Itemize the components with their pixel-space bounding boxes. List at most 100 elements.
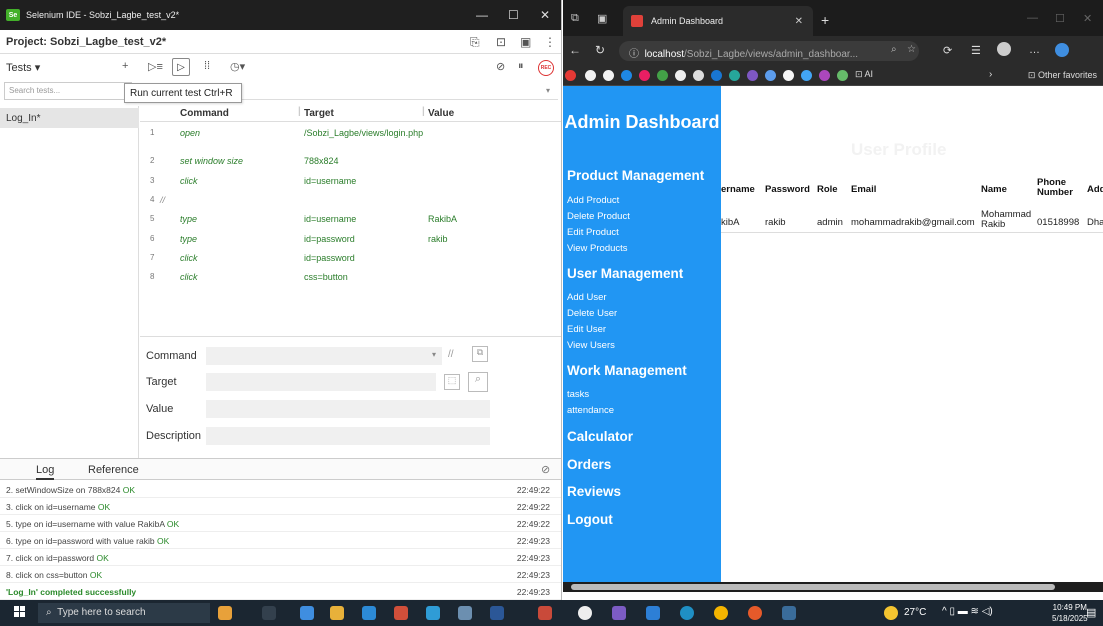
description-field[interactable] (206, 427, 490, 445)
app-taskbar-icon[interactable] (680, 606, 694, 620)
widgets-icon[interactable] (218, 606, 232, 620)
bookmark-icon[interactable] (675, 70, 686, 81)
system-tray-icons[interactable]: ^ ▯ ▬ ≋ ◁) (942, 606, 993, 617)
app-taskbar-icon[interactable] (578, 606, 592, 620)
task-view-icon[interactable] (262, 606, 276, 620)
bookmark-icon[interactable] (819, 70, 830, 81)
add-test-icon[interactable]: + (122, 60, 128, 72)
copilot-taskbar-icon[interactable] (300, 606, 314, 620)
tasks-link[interactable]: tasks (567, 389, 589, 400)
find-target-icon[interactable]: ⌕ (468, 372, 488, 392)
pause-icon[interactable]: ⏸ (518, 60, 524, 73)
bookmark-icon[interactable] (765, 70, 776, 81)
close-icon[interactable]: ✕ (1083, 12, 1092, 25)
address-bar[interactable]: ⓘ localhost/Sobzi_Lagbe/views/admin_dash… (619, 41, 919, 61)
calculator-link[interactable]: Calculator (567, 429, 633, 444)
add-product-link[interactable]: Add Product (567, 195, 619, 206)
app-taskbar-icon[interactable] (458, 606, 472, 620)
app-taskbar-icon[interactable] (394, 606, 408, 620)
app-taskbar-icon[interactable] (612, 606, 626, 620)
comment-toggle-icon[interactable]: // (448, 349, 454, 360)
minimize-icon[interactable]: — (1027, 12, 1038, 24)
zoom-icon[interactable]: ⌕ (891, 44, 897, 55)
ai-folder-icon[interactable]: ⊡ AI (855, 69, 873, 80)
bookmark-icon[interactable] (837, 70, 848, 81)
run-current-test-button[interactable]: ▷ (172, 58, 190, 76)
site-info-icon[interactable]: ⓘ (629, 49, 639, 60)
workspaces-icon[interactable]: ⧉ (571, 12, 579, 25)
horizontal-scrollbar[interactable] (563, 582, 1103, 592)
collections-icon[interactable]: ☰ (971, 44, 981, 57)
refresh-icon[interactable]: ↻ (595, 43, 605, 57)
scrollbar-thumb[interactable] (571, 584, 1055, 590)
bookmark-icon[interactable] (747, 70, 758, 81)
app-taskbar-icon[interactable] (538, 606, 552, 620)
close-icon[interactable]: ✕ (540, 8, 550, 22)
step-over-icon[interactable]: ⁞⁞ (204, 60, 210, 72)
bookmark-icon[interactable] (729, 70, 740, 81)
taskbar-clock[interactable]: 10:49 PM 5/18/2025 (1052, 602, 1088, 624)
favorite-star-icon[interactable]: ☆ (907, 44, 916, 55)
reviews-link[interactable]: Reviews (567, 484, 621, 499)
orders-link[interactable]: Orders (567, 457, 611, 472)
value-field[interactable] (206, 400, 490, 418)
bookmark-icon[interactable] (585, 70, 596, 81)
speed-icon[interactable]: ◷▾ (230, 60, 245, 73)
bookmark-icon[interactable] (657, 70, 668, 81)
bookmark-icon[interactable] (565, 70, 576, 81)
add-user-link[interactable]: Add User (567, 292, 607, 303)
bookmark-icon[interactable] (801, 70, 812, 81)
other-favorites-folder[interactable]: ⊡ Other favorites (1028, 70, 1097, 81)
bookmark-icon[interactable] (693, 70, 704, 81)
tests-dropdown[interactable]: Tests ▾ (6, 61, 40, 74)
chrome-icon[interactable] (714, 606, 728, 620)
bookmark-icon[interactable] (711, 70, 722, 81)
target-field[interactable] (206, 373, 436, 391)
app-taskbar-icon[interactable] (426, 606, 440, 620)
more-options-icon[interactable]: ⋮ (544, 35, 556, 49)
edit-user-link[interactable]: Edit User (567, 324, 606, 335)
select-target-icon[interactable]: ⬚ (444, 374, 460, 390)
delete-user-link[interactable]: Delete User (567, 308, 617, 319)
maximize-icon[interactable]: ☐ (1055, 12, 1065, 25)
clear-log-icon[interactable]: ⊘ (541, 463, 550, 476)
bookmark-icon[interactable] (783, 70, 794, 81)
file-explorer-icon[interactable] (330, 606, 344, 620)
taskbar-search-input[interactable]: ⌕ Type here to search (38, 603, 210, 623)
delete-product-link[interactable]: Delete Product (567, 211, 630, 222)
disable-breakpoints-icon[interactable]: ⊘ (496, 60, 505, 73)
view-users-link[interactable]: View Users (567, 340, 615, 351)
vscode-icon[interactable] (646, 606, 660, 620)
copilot-icon[interactable] (1055, 43, 1069, 57)
firefox-icon[interactable] (748, 606, 762, 620)
bookmark-icon[interactable] (621, 70, 632, 81)
test-item-log-in[interactable]: Log_In* (0, 108, 139, 128)
save-project-icon[interactable]: ▣ (520, 35, 531, 49)
command-field[interactable]: ▾ (206, 347, 442, 365)
close-tab-icon[interactable]: ✕ (795, 16, 803, 27)
tab-log[interactable]: Log (36, 464, 55, 480)
bookmark-icon[interactable] (603, 70, 614, 81)
tab-actions-icon[interactable]: ▣ (597, 12, 607, 25)
bookmark-icon[interactable] (639, 70, 650, 81)
open-reference-icon[interactable]: ⧉ (472, 346, 488, 362)
chevron-right-icon[interactable]: › (989, 69, 992, 80)
extensions-icon[interactable]: ⟳ (943, 44, 952, 57)
back-icon[interactable]: ← (569, 43, 581, 57)
tab-reference[interactable]: Reference (88, 464, 139, 476)
maximize-icon[interactable]: ☐ (508, 8, 519, 22)
selenium-taskbar-icon[interactable] (782, 606, 796, 620)
run-all-tests-icon[interactable]: ▷≡ (148, 60, 163, 73)
search-tests-input[interactable]: Search tests... (4, 82, 132, 100)
record-button[interactable]: REC (538, 60, 554, 76)
edge-taskbar-icon[interactable] (362, 606, 376, 620)
open-project-icon[interactable]: ⊡ (496, 35, 506, 49)
attendance-link[interactable]: attendance (567, 405, 614, 416)
new-tab-icon[interactable]: + (821, 12, 829, 28)
tab-admin-dashboard[interactable]: Admin Dashboard ✕ (623, 6, 813, 36)
word-icon[interactable] (490, 606, 504, 620)
edit-product-link[interactable]: Edit Product (567, 227, 619, 238)
minimize-icon[interactable]: — (476, 8, 488, 22)
new-project-icon[interactable]: ⎘ (470, 35, 480, 50)
view-products-link[interactable]: View Products (567, 243, 628, 254)
